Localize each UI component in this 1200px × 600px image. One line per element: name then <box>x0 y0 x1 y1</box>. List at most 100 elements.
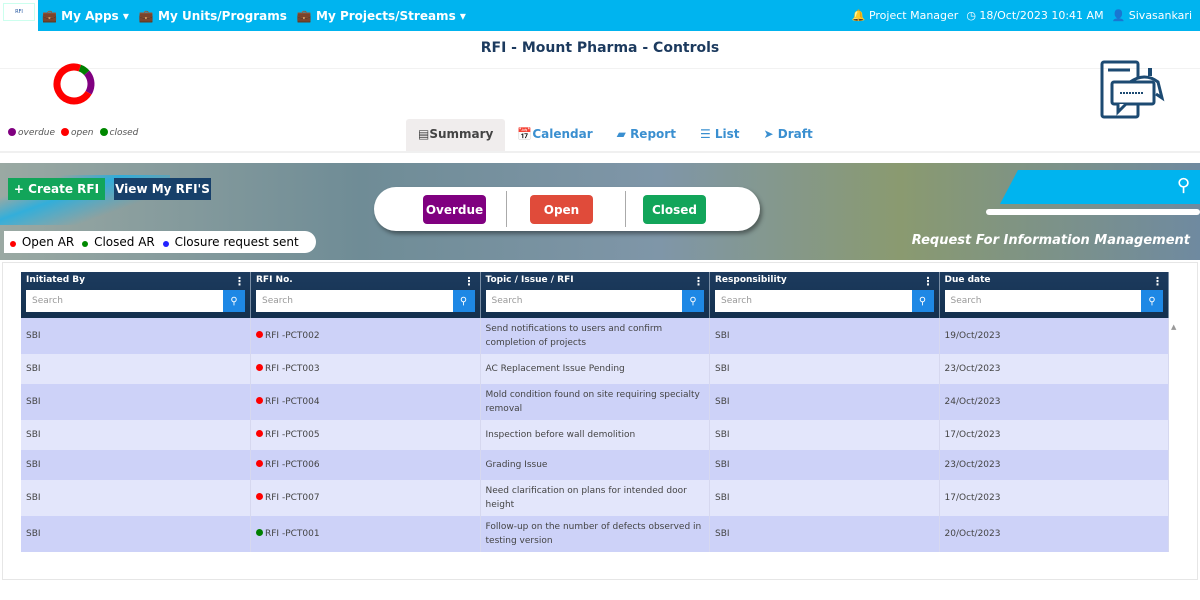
cell-topic: AC Replacement Issue Pending <box>480 354 710 384</box>
column-header: Topic / Issue / RFI ⋮ Search ⚲ <box>480 272 710 318</box>
nav-my-apps[interactable]: 💼 My Apps ▾ <box>42 9 129 23</box>
create-rfi-button[interactable]: + Create RFI <box>8 178 105 200</box>
column-search: Search ⚲ <box>256 290 475 312</box>
column-search-input[interactable]: Search <box>485 290 682 312</box>
cell-rfi-no[interactable]: RFI -PCT007 <box>250 480 481 516</box>
cell-topic: Need clarification on plans for intended… <box>480 480 710 516</box>
legend-closed-ar: Closed AR <box>82 235 155 249</box>
divider <box>0 68 1200 69</box>
search-placeholder: Search <box>950 296 982 306</box>
column-title: Initiated By <box>26 275 86 285</box>
status-dot-closed <box>256 529 263 536</box>
column-menu-icon[interactable]: ⋮ <box>464 275 475 288</box>
overdue-filter-button[interactable]: Overdue <box>423 195 486 224</box>
user-icon: 👤 <box>1111 9 1126 22</box>
column-menu-icon[interactable]: ⋮ <box>923 275 934 288</box>
column-title: Responsibility <box>715 275 787 285</box>
cell-topic: Grading Issue <box>480 450 710 480</box>
cell-topic: Follow-up on the number of defects obser… <box>480 516 710 552</box>
column-menu-icon[interactable]: ⋮ <box>693 275 704 288</box>
column-search: Search ⚲ <box>485 290 704 312</box>
table-row[interactable]: SBI RFI -PCT004 Mold condition found on … <box>21 384 1169 420</box>
search-icon[interactable]: ⚲ <box>911 290 934 312</box>
column-search-input[interactable]: Search <box>944 290 1141 312</box>
cell-rfi-no[interactable]: RFI -PCT004 <box>250 384 481 420</box>
cell-rfi-no[interactable]: RFI -PCT002 <box>250 318 481 354</box>
search-icon[interactable]: ⚲ <box>223 290 245 312</box>
cell-initiated-by: SBI <box>21 354 251 384</box>
cell-topic: Inspection before wall demolition <box>480 420 710 450</box>
cell-due-date: 17/Oct/2023 <box>939 480 1169 516</box>
search-placeholder: Search <box>721 296 752 306</box>
table-row[interactable]: SBI RFI -PCT003 AC Replacement Issue Pen… <box>21 354 1169 384</box>
column-search-input[interactable]: Search <box>26 290 223 312</box>
status-dot-open <box>256 331 263 338</box>
cell-initiated-by: SBI <box>21 318 251 354</box>
table-row[interactable]: SBI RFI -PCT002 Send notifications to us… <box>21 318 1169 354</box>
cell-rfi-no[interactable]: RFI -PCT005 <box>250 420 481 450</box>
scrollbar-up-arrow[interactable]: ▲ <box>1171 323 1176 331</box>
view-my-rfis-button[interactable]: View My RFI'S <box>114 178 211 200</box>
cell-topic: Mold condition found on site requiring s… <box>480 384 710 420</box>
column-search-input[interactable]: Search <box>715 290 912 312</box>
column-menu-icon[interactable]: ⋮ <box>234 275 245 288</box>
search-placeholder: Search <box>32 296 63 306</box>
cell-due-date: 17/Oct/2023 <box>939 420 1169 450</box>
cell-due-date: 20/Oct/2023 <box>939 516 1169 552</box>
search-icon[interactable]: ⚲ <box>682 290 704 312</box>
column-title: Due date <box>944 275 991 285</box>
rfi-chat-document-icon <box>1100 60 1165 119</box>
column-menu-icon[interactable]: ⋮ <box>1152 275 1163 288</box>
status-dot-open <box>256 460 263 467</box>
role-selector[interactable]: 🔔 Project Manager <box>852 9 959 22</box>
cell-responsibility: SBI <box>709 354 940 384</box>
table-row[interactable]: SBI RFI -PCT005 Inspection before wall d… <box>21 420 1169 450</box>
rfi-table: Initiated By ⋮ Search ⚲ RFI No. ⋮ Search ⚲ Top… <box>21 272 1169 552</box>
cell-due-date: 19/Oct/2023 <box>939 318 1169 354</box>
column-title: Topic / Issue / RFI <box>485 275 574 285</box>
cell-responsibility: SBI <box>709 318 940 354</box>
column-title: RFI No. <box>256 275 293 285</box>
column-header: RFI No. ⋮ Search ⚲ <box>250 272 481 318</box>
tab-calendar[interactable]: 📅Calendar <box>505 119 604 152</box>
nav-my-units[interactable]: 💼 My Units/Programs <box>139 9 287 23</box>
donut-legend: overdue open closed <box>8 128 138 138</box>
tab-list[interactable]: ☰ List <box>688 119 752 152</box>
banner-search-button[interactable]: ⚲ <box>1000 170 1200 204</box>
open-filter-button[interactable]: Open <box>530 195 593 224</box>
column-header: Due date ⋮ Search ⚲ <box>939 272 1169 318</box>
tab-draft[interactable]: ➤ Draft <box>752 119 825 152</box>
tab-divider <box>0 151 1200 153</box>
status-filter-group: Overdue Open Closed <box>374 187 760 231</box>
cell-initiated-by: SBI <box>21 480 251 516</box>
status-dot-open <box>256 493 263 500</box>
app-logo[interactable]: RFI <box>3 3 35 21</box>
table-panel: Initiated By ⋮ Search ⚲ RFI No. ⋮ Search ⚲ Top… <box>2 262 1198 580</box>
search-icon[interactable]: ⚲ <box>1141 290 1163 312</box>
calendar-icon: 📅 <box>517 127 533 141</box>
cell-rfi-no[interactable]: RFI -PCT003 <box>250 354 481 384</box>
banner: + Create RFI View My RFI'S Open AR Close… <box>0 163 1200 260</box>
legend-closure-request: Closure request sent <box>162 235 299 249</box>
cell-topic: Send notifications to users and confirm … <box>480 318 710 354</box>
table-row[interactable]: SBI RFI -PCT001 Follow-up on the number … <box>21 516 1169 552</box>
column-search-input[interactable]: Search <box>256 290 453 312</box>
tab-summary[interactable]: ▤Summary <box>406 119 506 152</box>
nav-my-projects[interactable]: 💼 My Projects/Streams ▾ <box>297 9 466 23</box>
table-icon: ▤ <box>418 127 430 141</box>
briefcase-icon: 💼 <box>138 8 154 23</box>
cell-rfi-no[interactable]: RFI -PCT006 <box>250 450 481 480</box>
book-icon: ▰ <box>616 127 626 141</box>
bell-icon: 🔔 <box>851 9 866 22</box>
closed-filter-button[interactable]: Closed <box>643 195 706 224</box>
page-title: RFI - Mount Pharma - Controls <box>480 40 720 56</box>
tab-report[interactable]: ▰ Report <box>605 119 688 152</box>
search-icon[interactable]: ⚲ <box>452 290 475 312</box>
cell-due-date: 24/Oct/2023 <box>939 384 1169 420</box>
cell-rfi-no[interactable]: RFI -PCT001 <box>250 516 481 552</box>
cell-initiated-by: SBI <box>21 450 251 480</box>
ar-legend: Open AR Closed AR Closure request sent <box>4 231 316 253</box>
table-row[interactable]: SBI RFI -PCT007 Need clarification on pl… <box>21 480 1169 516</box>
table-row[interactable]: SBI RFI -PCT006 Grading Issue SBI 23/Oct… <box>21 450 1169 480</box>
user-menu[interactable]: 👤 Sivasankari <box>1112 9 1192 22</box>
